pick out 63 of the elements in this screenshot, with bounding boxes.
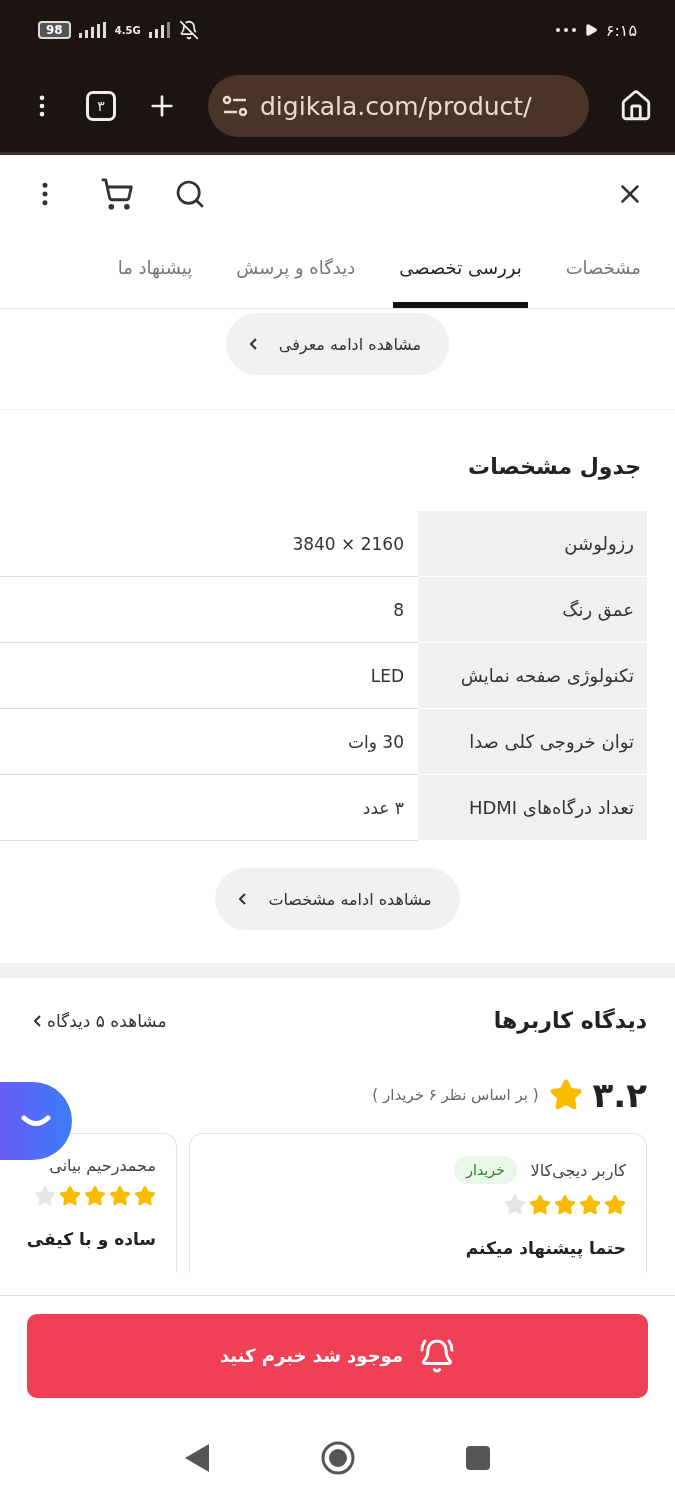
spec-value: 8 <box>393 599 404 620</box>
section-tab[interactable]: مشخصات <box>559 233 647 308</box>
mute-icon <box>178 20 199 40</box>
review-author: کاربر دیجی‌کالا <box>530 1160 626 1180</box>
spec-value: LED <box>370 665 404 686</box>
review-title: حتما پیشنهاد میکنم <box>464 1238 626 1258</box>
show-more-intro-button[interactable]: مشاهده ادامه معرفی <box>225 313 450 375</box>
spec-label: عمق رنگ <box>418 577 647 643</box>
chevron-icon <box>34 1014 41 1027</box>
star-icon <box>579 1194 601 1216</box>
star-icon <box>554 1194 576 1216</box>
star-icon <box>548 1078 583 1112</box>
chat-button[interactable] <box>0 1082 72 1160</box>
notify-button[interactable]: موجود شد خبرم کنید <box>27 1313 648 1398</box>
spec-label: توان خروجی کلی صدا <box>418 709 647 775</box>
network-label: 4.5G <box>114 24 141 36</box>
signal-icon <box>78 22 107 38</box>
review-title: ساده و با کیفی <box>25 1229 156 1249</box>
spec-label: تعداد درگاه‌های HDMI <box>418 775 647 841</box>
url-text: digikala.com/product/ <box>260 91 532 121</box>
home-icon[interactable] <box>619 89 653 123</box>
chevron-icon <box>239 893 247 905</box>
star-icon <box>604 1194 626 1216</box>
more-icon <box>555 28 576 32</box>
rating-score: ۳.۲ <box>592 1075 647 1115</box>
buyer-badge: خریدار <box>454 1156 517 1184</box>
see-all-reviews-link[interactable]: مشاهده ۵ دیدگاه <box>34 1010 167 1031</box>
star-icon <box>84 1185 106 1207</box>
review-author: محمدرحیم بیانی <box>49 1156 156 1175</box>
back-icon[interactable] <box>185 1443 212 1472</box>
section-tab[interactable]: پیشنهاد ما <box>111 233 199 308</box>
review-card[interactable]: کاربر دیجی‌کالا خریدار حتما پیشنهاد میکنم <box>189 1133 647 1273</box>
battery-indicator: 98 <box>38 21 71 39</box>
star-icon <box>109 1185 131 1207</box>
spec-value: ۳ عدد <box>362 797 404 818</box>
home-icon[interactable] <box>321 1440 356 1475</box>
section-title: دیدگاه کاربرها <box>493 1008 647 1033</box>
bell-icon <box>419 1337 456 1374</box>
star-icon <box>34 1185 56 1207</box>
spec-value: 3840 × 2160 <box>292 533 404 554</box>
star-icon <box>134 1185 156 1207</box>
section-tab[interactable]: دیدگاه و پرسش <box>230 233 362 308</box>
star-icon <box>504 1194 526 1216</box>
tab-count-button[interactable]: ۳ <box>86 91 116 121</box>
signal-icon <box>148 22 171 38</box>
address-bar[interactable]: digikala.com/product/ <box>208 75 589 137</box>
section-tab[interactable]: بررسی تخصصی <box>393 233 528 308</box>
rating-count: ( بر اساس نظر ۶ خریدار ) <box>372 1086 539 1104</box>
spec-label: تکنولوژی صفحه نمایش <box>418 643 647 709</box>
site-settings-icon[interactable] <box>222 95 248 117</box>
cart-icon[interactable] <box>100 177 134 211</box>
recents-icon[interactable] <box>465 1445 490 1470</box>
clock: ۶:۱۵ <box>605 20 637 40</box>
smile-icon <box>21 1115 51 1127</box>
chevron-icon <box>249 338 257 350</box>
show-more-specs-button[interactable]: مشاهده ادامه مشخصات <box>215 868 460 930</box>
star-icon <box>59 1185 81 1207</box>
spec-label: رزولوشن <box>418 511 647 577</box>
search-icon[interactable] <box>174 178 206 210</box>
star-icon <box>529 1194 551 1216</box>
section-title: جدول مشخصات <box>467 453 642 482</box>
play-icon <box>583 23 598 37</box>
spec-value: 30 وات <box>348 731 404 752</box>
